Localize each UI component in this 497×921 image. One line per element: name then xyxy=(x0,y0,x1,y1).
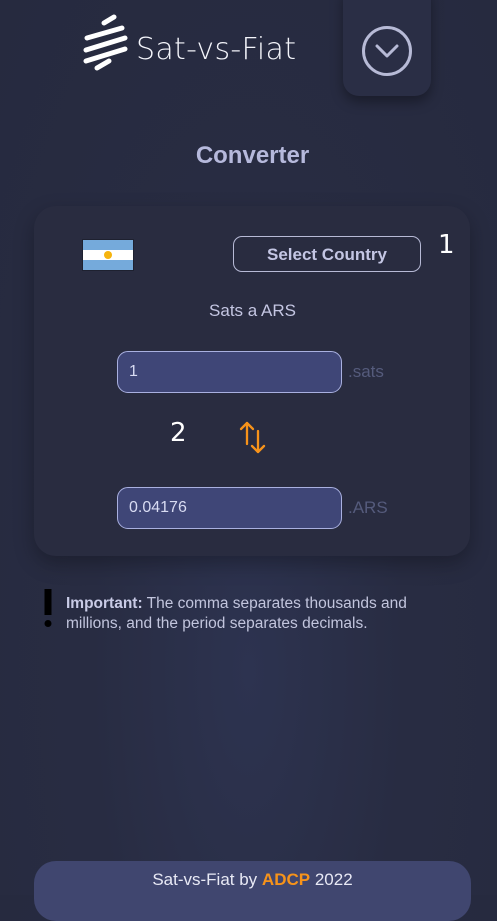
app-header: Sat-vs-Fiat xyxy=(0,0,497,100)
argentina-flag-icon xyxy=(83,240,133,270)
exclamation-icon xyxy=(44,589,52,627)
bitcoin-stripes-logo-icon[interactable] xyxy=(80,14,130,76)
conversion-label: Sats a ARS xyxy=(209,301,296,320)
sats-unit-label: .sats xyxy=(348,362,384,381)
fiat-input[interactable]: 0.04176 xyxy=(117,487,342,529)
select-country-button[interactable]: Select Country xyxy=(233,236,421,272)
footer-year: 2022 xyxy=(314,870,353,889)
fiat-unit-label: .ARS xyxy=(348,498,388,517)
annotation-marker-2: 2 xyxy=(170,418,187,448)
footer-prefix: Sat-vs-Fiat by xyxy=(152,870,258,889)
page-title: Converter xyxy=(195,142,310,169)
footer-brand-link[interactable]: ADCP xyxy=(262,870,310,889)
sats-input[interactable]: 1 xyxy=(117,351,342,393)
annotation-marker-1: 1 xyxy=(438,230,455,260)
important-note: Important: The comma separates thousands… xyxy=(66,594,466,634)
swap-arrows-icon[interactable] xyxy=(238,420,268,456)
important-label: Important: xyxy=(66,595,143,612)
app-title: Sat-vs-Fiat xyxy=(136,32,297,67)
chevron-down-circle-icon[interactable] xyxy=(361,25,413,77)
footer: Sat-vs-Fiat by ADCP 2022 xyxy=(34,861,471,921)
